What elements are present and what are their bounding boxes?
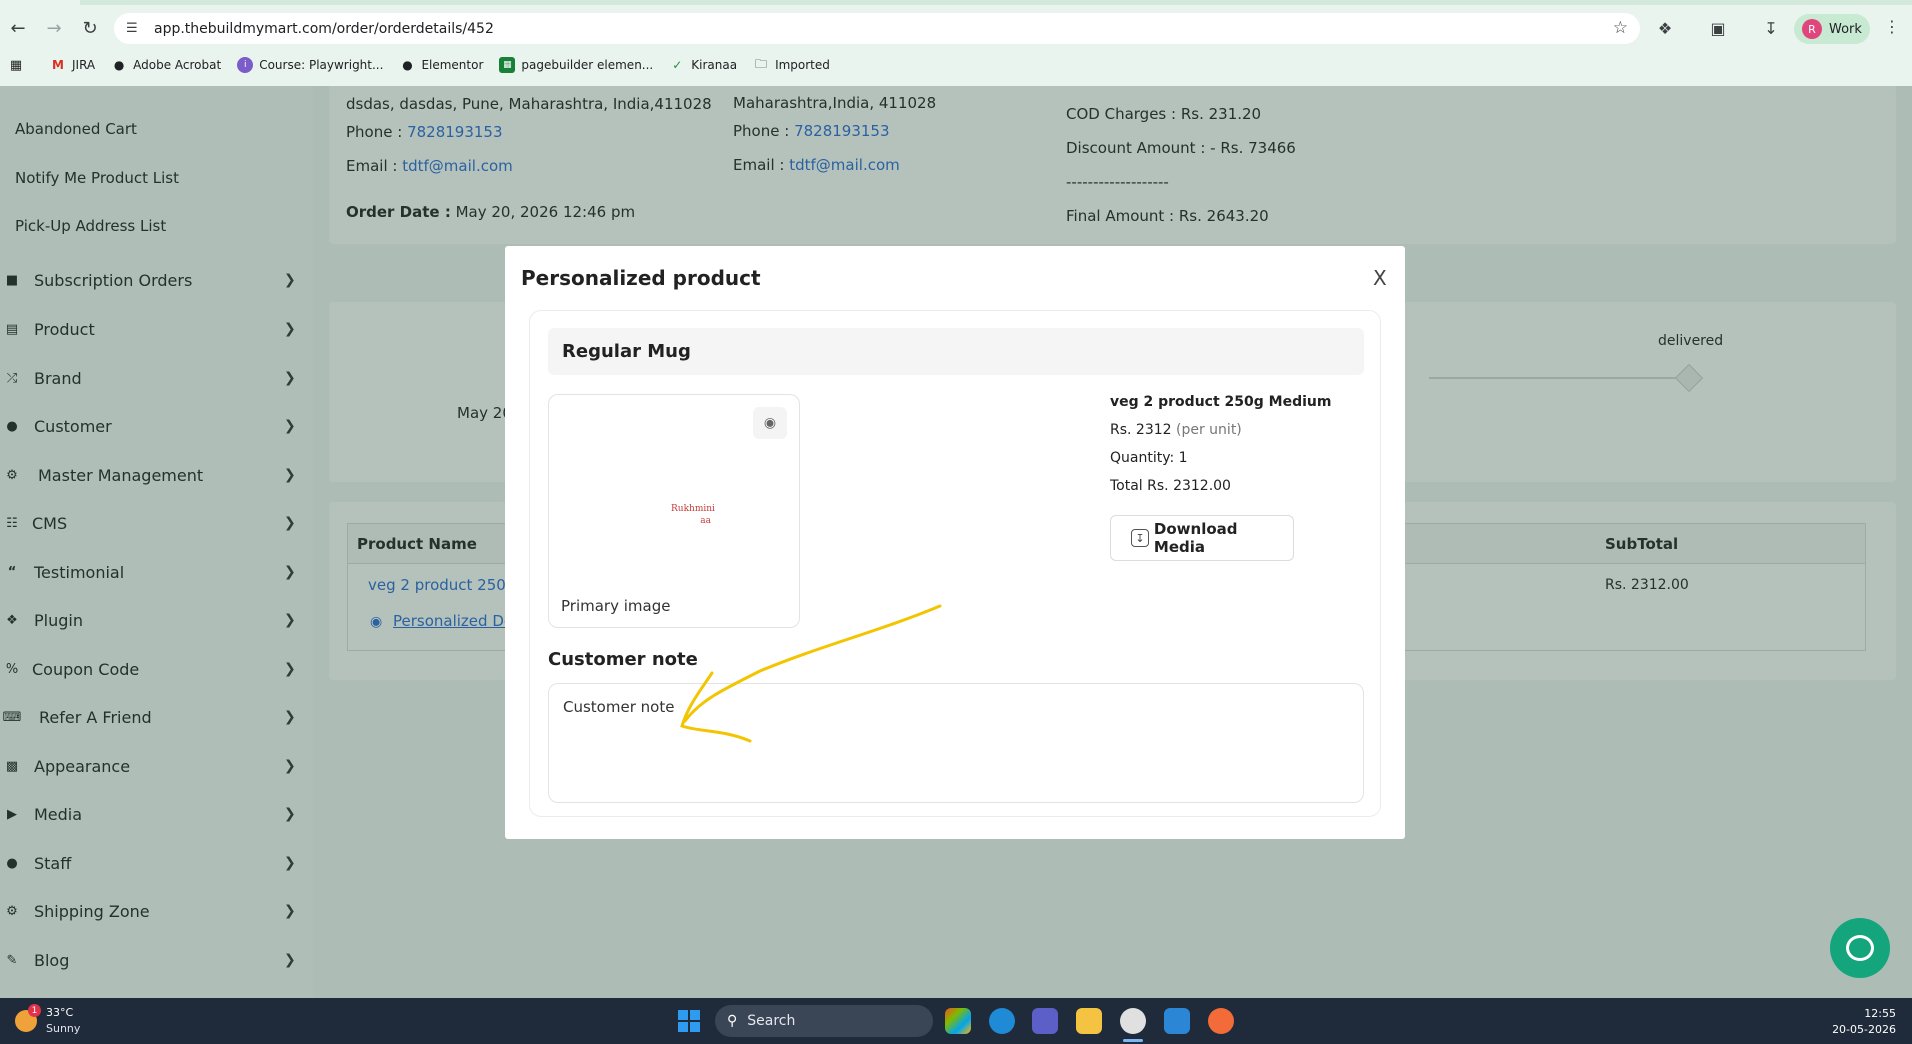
notepad-icon[interactable] bbox=[1164, 1008, 1190, 1034]
download-icon: ↧ bbox=[1131, 529, 1149, 547]
gmail-icon: M bbox=[52, 58, 64, 72]
variant-name: veg 2 product 250g Medium bbox=[1110, 394, 1332, 410]
windows-start-icon[interactable] bbox=[678, 1010, 700, 1032]
profile-button[interactable]: R Work bbox=[1794, 14, 1870, 44]
personalized-print-text: Rukhmini aa bbox=[671, 504, 715, 526]
bookmark-jira[interactable]: M JIRA bbox=[50, 57, 95, 73]
profile-label: Work bbox=[1829, 21, 1862, 37]
bookmark-elementor[interactable]: ● Elementor bbox=[399, 57, 483, 73]
bookmark-course-playwright[interactable]: i Course: Playwright... bbox=[237, 57, 383, 73]
close-button[interactable]: X bbox=[1373, 266, 1387, 290]
taskbar-search-label: Search bbox=[747, 1013, 796, 1029]
search-icon: ⚲ bbox=[727, 1013, 738, 1029]
extensions-icon[interactable]: ❖ bbox=[1654, 17, 1676, 39]
price-value: Rs. 2312 bbox=[1110, 422, 1172, 438]
active-app-indicator bbox=[1123, 1039, 1143, 1042]
modal-body: Regular Mug ◉ Rukhmini aa Primary image … bbox=[529, 310, 1381, 817]
total-price: Total Rs. 2312.00 bbox=[1110, 478, 1231, 494]
copilot-icon[interactable] bbox=[945, 1008, 971, 1034]
bookmark-adobe-acrobat[interactable]: ● Adobe Acrobat bbox=[111, 57, 221, 73]
browser-toolbar: ← → ↻ ☰ app.thebuildmymart.com/order/ord… bbox=[0, 0, 1912, 86]
primary-image-card: ◉ Rukhmini aa Primary image bbox=[548, 394, 800, 628]
site-info-icon[interactable]: ☰ bbox=[126, 21, 142, 37]
system-clock[interactable]: 12:55 20-05-2026 bbox=[1830, 1006, 1896, 1038]
chrome-icon[interactable] bbox=[1120, 1008, 1146, 1034]
download-icon[interactable]: ↧ bbox=[1760, 17, 1782, 39]
download-media-label: Download Media bbox=[1153, 520, 1238, 556]
bookmark-kiranaa[interactable]: ✓ Kiranaa bbox=[669, 57, 737, 73]
product-name: Regular Mug bbox=[562, 341, 691, 362]
paint-icon[interactable] bbox=[1208, 1008, 1234, 1034]
globe-icon: ● bbox=[113, 58, 125, 72]
preview-eye-icon[interactable]: ◉ bbox=[753, 407, 787, 439]
check-icon: ✓ bbox=[672, 58, 683, 72]
address-url[interactable]: app.thebuildmymart.com/order/orderdetail… bbox=[154, 21, 494, 37]
personalized-product-modal: Personalized product X Regular Mug ◉ Ruk… bbox=[505, 246, 1405, 839]
apps-grid-icon[interactable]: ▦ bbox=[8, 57, 30, 73]
file-explorer-icon[interactable] bbox=[1076, 1008, 1102, 1034]
price-unit: (per unit) bbox=[1176, 422, 1242, 438]
globe-icon: ● bbox=[402, 58, 413, 72]
weather-description: Sunny bbox=[46, 1022, 81, 1035]
download-media-button[interactable]: ↧ Download Media bbox=[1110, 515, 1294, 561]
quantity: Quantity: 1 bbox=[1110, 450, 1188, 466]
reload-icon[interactable]: ↻ bbox=[78, 16, 102, 40]
primary-image-label: Primary image bbox=[561, 597, 671, 615]
folder-icon: 🗀 bbox=[755, 56, 768, 71]
forward-icon[interactable]: → bbox=[42, 16, 66, 40]
browser-menu-icon[interactable]: ⋮ bbox=[1884, 17, 1900, 36]
course-icon: i bbox=[237, 57, 254, 73]
clock-time: 12:55 bbox=[1864, 1007, 1896, 1020]
chat-bubble-icon bbox=[1846, 935, 1874, 961]
weather-temperature: 33°C bbox=[46, 1006, 74, 1019]
bookmark-star-icon[interactable]: ☆ bbox=[1613, 18, 1628, 38]
tab-strip bbox=[80, 0, 1912, 5]
customer-note-box: Customer note bbox=[548, 683, 1364, 803]
customer-note-heading: Customer note bbox=[548, 649, 698, 670]
bookmark-pagebuilder[interactable]: ▦ pagebuilder elemen... bbox=[499, 57, 653, 73]
notification-badge: 1 bbox=[28, 1004, 41, 1017]
unit-price: Rs. 2312 (per unit) bbox=[1110, 422, 1242, 438]
product-header: Regular Mug bbox=[548, 328, 1364, 375]
cast-icon[interactable]: ▣ bbox=[1707, 17, 1729, 39]
chat-widget-button[interactable] bbox=[1830, 918, 1890, 978]
bookmark-imported[interactable]: 🗀 Imported bbox=[753, 57, 830, 73]
modal-title: Personalized product bbox=[521, 266, 761, 290]
avatar: R bbox=[1802, 19, 1822, 39]
page-content: Abandoned Cart Notify Me Product List Pi… bbox=[0, 86, 1912, 998]
customer-note-value: Customer note bbox=[563, 698, 675, 716]
edge-icon[interactable] bbox=[989, 1008, 1015, 1034]
address-bar[interactable]: ☰ app.thebuildmymart.com/order/orderdeta… bbox=[114, 13, 1640, 44]
bookmarks-bar: ▦ M JIRA ● Adobe Acrobat i Course: Playwrig… bbox=[0, 52, 1912, 78]
clock-date: 20-05-2026 bbox=[1832, 1023, 1896, 1036]
back-icon[interactable]: ← bbox=[6, 16, 30, 40]
taskbar-search[interactable]: ⚲ Search bbox=[715, 1005, 933, 1037]
windows-taskbar: 1 33°C Sunny ⚲ Search 12:55 20-05-2026 bbox=[0, 998, 1912, 1044]
teams-icon[interactable] bbox=[1032, 1008, 1058, 1034]
sheets-icon: ▦ bbox=[499, 57, 516, 73]
